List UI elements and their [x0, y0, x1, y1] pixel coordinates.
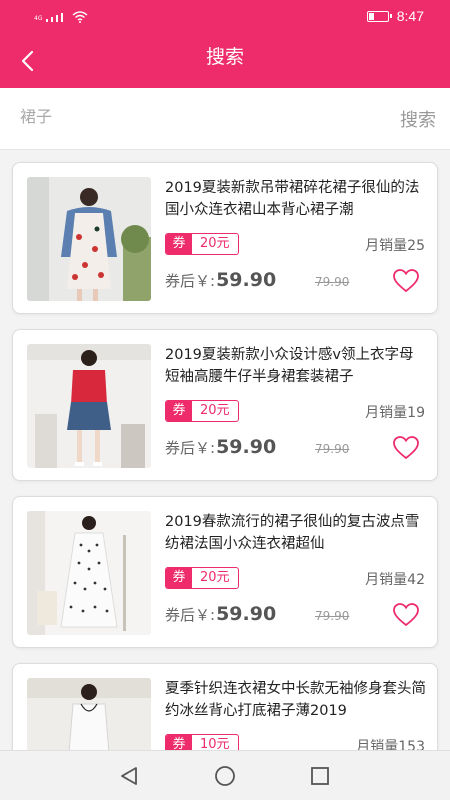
signal-bar [51, 17, 54, 22]
product-list[interactable]: 2019夏装新款吊带裙碎花裙子很仙的法国小众连衣裙山本背心裙子潮 券 20元 月… [0, 150, 450, 750]
coupon-value: 10元 [200, 737, 230, 750]
coupon-value: 20元 [200, 403, 230, 418]
price-after-coupon: 券后￥: 59.90 [165, 603, 276, 625]
product-title: 2019夏装新款吊带裙碎花裙子很仙的法国小众连衣裙山本背心裙子潮 [165, 180, 420, 218]
coupon-badge: 券 10元 [165, 734, 239, 750]
product-image [27, 678, 151, 750]
network-type: 4G [34, 15, 43, 22]
search-bar: 搜索 [0, 88, 450, 150]
price-prefix: 券后￥: [165, 439, 216, 457]
original-price: 79.90 [315, 275, 350, 289]
coupon-label: 券 [166, 234, 192, 254]
price-prefix: 券后￥: [165, 272, 216, 290]
monthly-sales: 月销量25 [365, 238, 425, 254]
heart-icon[interactable] [393, 603, 419, 627]
coupon-label: 券 [166, 401, 192, 421]
product-title: 2019春款流行的裙子很仙的复古波点雪纺裙法国小众连衣裙超仙 [165, 514, 420, 552]
square-recents-icon [311, 767, 329, 785]
triangle-back-icon [121, 767, 137, 785]
product-image [27, 511, 151, 635]
nav-home-button[interactable] [212, 763, 238, 789]
coupon-badge: 券 20元 [165, 567, 239, 589]
product-title: 夏季针织连衣裙女中长款无袖修身套头简约冰丝背心打底裙子薄2019 [165, 681, 426, 719]
app-header: 搜索 [0, 34, 450, 88]
product-image [27, 177, 151, 301]
original-price: 79.90 [315, 442, 350, 456]
monthly-sales: 月销量153 [356, 739, 425, 750]
wifi-icon [73, 11, 88, 23]
monthly-sales: 月销量42 [365, 572, 425, 588]
circle-home-icon [215, 766, 235, 786]
product-card[interactable]: 2019春款流行的裙子很仙的复古波点雪纺裙法国小众连衣裙超仙 券 20元 月销量… [12, 496, 438, 648]
nav-back-button[interactable] [116, 763, 142, 789]
price-value: 59.90 [216, 269, 277, 291]
signal-bar [46, 19, 49, 22]
system-nav-bar [0, 750, 450, 800]
search-input[interactable] [20, 102, 350, 130]
back-button[interactable] [12, 44, 42, 78]
price-after-coupon: 券后￥: 59.90 [165, 436, 276, 458]
page-title: 搜索 [205, 46, 244, 68]
coupon-badge: 券 20元 [165, 400, 239, 422]
price-value: 59.90 [216, 436, 277, 458]
coupon-value: 20元 [200, 236, 230, 251]
battery-icon [366, 10, 392, 22]
product-card[interactable]: 夏季针织连衣裙女中长款无袖修身套头简约冰丝背心打底裙子薄2019 券 10元 月… [12, 663, 438, 750]
status-bar: 4G 8:47 [0, 0, 450, 34]
product-title: 2019夏装新款小众设计感v领上衣字母短袖高腰牛仔半身裙套装裙子 [165, 347, 414, 385]
nav-recents-button[interactable] [307, 763, 333, 789]
price-value: 59.90 [216, 603, 277, 625]
product-card[interactable]: 2019夏装新款小众设计感v领上衣字母短袖高腰牛仔半身裙套装裙子 券 20元 月… [12, 329, 438, 481]
product-card[interactable]: 2019夏装新款吊带裙碎花裙子很仙的法国小众连衣裙山本背心裙子潮 券 20元 月… [12, 162, 438, 314]
coupon-label: 券 [166, 568, 192, 588]
search-button[interactable]: 搜索 [400, 106, 436, 132]
signal-bar [56, 15, 59, 22]
monthly-sales: 月销量19 [365, 405, 425, 421]
price-after-coupon: 券后￥: 59.90 [165, 269, 276, 291]
original-price: 79.90 [315, 609, 350, 623]
signal-bar [61, 13, 64, 22]
battery-level [368, 12, 375, 20]
product-image [27, 344, 151, 468]
coupon-value: 20元 [200, 570, 230, 585]
heart-icon[interactable] [393, 436, 419, 460]
price-prefix: 券后￥: [165, 606, 216, 624]
signal-indicator: 4G [34, 10, 88, 23]
coupon-badge: 券 20元 [165, 233, 239, 255]
heart-icon[interactable] [393, 269, 419, 293]
clock: 8:47 [396, 8, 424, 24]
chevron-left-icon [21, 50, 34, 72]
coupon-label: 券 [166, 735, 192, 750]
